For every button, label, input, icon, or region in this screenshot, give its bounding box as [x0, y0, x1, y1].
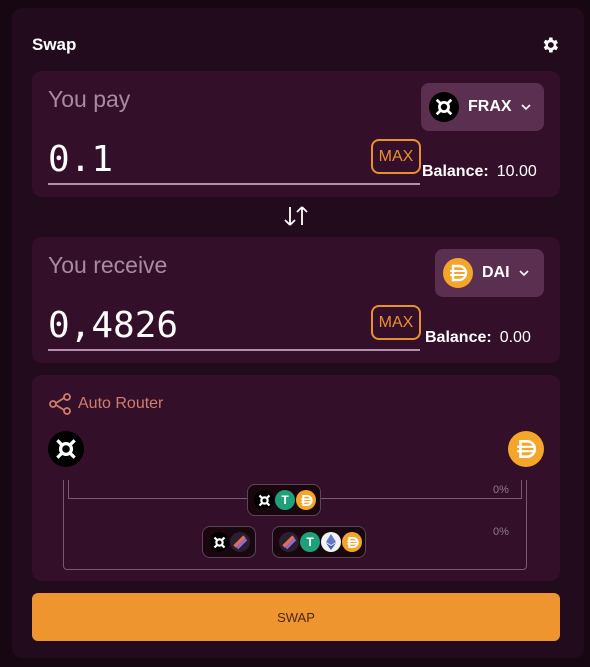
squid-icon — [230, 532, 250, 552]
route-hop-pill: T — [247, 484, 321, 516]
pay-max-button[interactable]: MAX — [371, 139, 421, 174]
tether-icon: T — [300, 532, 320, 552]
dai-icon — [443, 258, 473, 288]
receive-balance: Balance: 0.00 — [425, 329, 531, 347]
receive-amount-input[interactable] — [48, 305, 420, 351]
dai-icon — [296, 490, 316, 510]
pay-token-selector[interactable]: FRAX — [421, 83, 544, 131]
route-line — [68, 480, 69, 499]
route-hop-pill — [202, 526, 256, 558]
router-title-text: Auto Router — [78, 395, 164, 412]
receive-token-symbol: DAI — [482, 264, 510, 281]
receive-balance-label: Balance: — [425, 329, 492, 346]
router-title: Auto Router — [48, 392, 163, 416]
frax-icon — [429, 92, 459, 122]
receive-label: You receive — [48, 252, 168, 278]
frax-icon — [254, 490, 274, 510]
chevron-down-icon — [520, 104, 531, 111]
router-from-frax-icon — [48, 431, 84, 467]
route-icon — [49, 393, 71, 415]
route-hop-pill: T — [272, 526, 366, 558]
tether-icon: T — [275, 490, 295, 510]
pay-balance-label: Balance: — [422, 163, 489, 180]
dai-icon — [342, 532, 362, 552]
route-percent: 0% — [493, 484, 509, 496]
route-percent: 0% — [493, 526, 509, 538]
pay-balance: Balance: 10.00 — [422, 163, 537, 181]
eth-icon — [321, 532, 341, 552]
route-line — [521, 480, 522, 499]
receive-token-selector[interactable]: DAI — [435, 249, 544, 297]
swap-button[interactable]: SWAP — [32, 593, 560, 641]
swap-direction-icon[interactable] — [282, 204, 310, 228]
receive-max-button[interactable]: MAX — [371, 305, 421, 340]
pay-amount-input[interactable] — [48, 139, 420, 185]
page-title: Swap — [32, 35, 77, 54]
router-to-dai-icon — [508, 431, 544, 467]
squid-icon — [279, 532, 299, 552]
pay-balance-value: 10.00 — [496, 163, 537, 180]
gear-icon[interactable] — [540, 35, 560, 55]
frax-icon — [209, 532, 229, 552]
chevron-down-icon — [518, 270, 529, 277]
receive-balance-value: 0.00 — [499, 329, 531, 346]
pay-token-symbol: FRAX — [468, 98, 512, 115]
pay-label: You pay — [48, 86, 131, 112]
